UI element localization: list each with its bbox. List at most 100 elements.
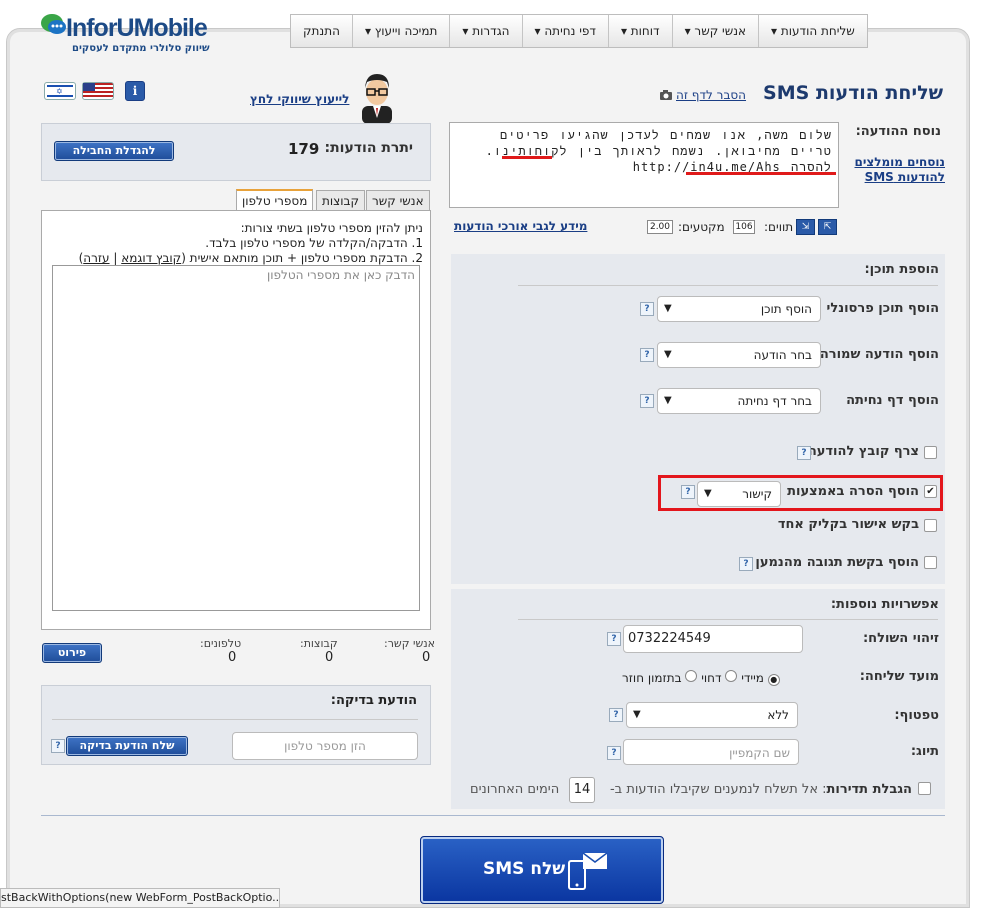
personal-help-icon[interactable]: ? [640,302,654,316]
bottom-divider [41,815,945,816]
unsubscribe-underline [502,156,552,159]
phone-numbers-placeholder: הדבק כאן את מספרי הטלפון [266,268,415,282]
saved-message-select[interactable]: בחר הודעה ▼ [657,342,821,368]
advisor-avatar[interactable] [352,68,402,124]
response-help-icon[interactable]: ? [739,557,753,571]
message-textarea[interactable]: שלום משה, אנו שמחים לעדכן שהגיעו פריטים … [449,122,839,208]
frequency-checkbox[interactable] [918,782,931,795]
schedule-now-radio[interactable]: ● [767,674,780,686]
logo[interactable]: InforUMobile שיווק סלולרי מתקדם לעסקים [40,10,218,60]
contacts-count-label: אנשי קשר: [384,637,436,650]
unsubscribe-help-icon[interactable]: ? [681,485,695,499]
personal-content-select[interactable]: הוסף תוכן ▼ [657,296,821,322]
landing-page-label: הוסף דף נחיתה [846,393,939,408]
expand-icon[interactable]: ⇱ [818,219,837,235]
attach-file-checkbox[interactable] [924,446,937,459]
test-divider [52,719,418,720]
frequency-text: : אל תשלח לנמענים שקיבלו הודעות ב- [609,782,827,797]
balance-value: 179 [288,140,320,158]
phones-count-label: טלפונים: [200,637,242,650]
nav-logout[interactable]: התנתק [291,15,352,47]
nav-support[interactable]: תמיכה וייעוץ ▾ [351,15,449,47]
help-link[interactable]: עזרה [83,251,109,265]
send-test-button[interactable]: שלח הודעת בדיקה [66,736,188,756]
tag-label: תיוג: [910,744,939,759]
segments-value: 2.00 [647,220,673,234]
logo-tagline: שיווק סלולרי מתקדם לעסקים [72,43,210,54]
status-bar: stBackWithOptions(new WebForm_PostBackOp… [0,888,280,908]
sample-file-link[interactable]: קובץ דוגמא [121,251,181,265]
options-divider [518,619,938,620]
link-underline [686,172,836,175]
long-messages-link[interactable]: מידע לגבי אורכי הודעות [454,219,587,233]
schedule-recurring-radio[interactable] [685,670,698,682]
instruction-line-3: 2. הדבקת מספרי טלפון + תוכן מותאם אישית … [78,251,423,265]
tab-groups[interactable]: קבוצות [316,190,365,211]
schedule-recurring-label: בתזמון חוזר [622,671,682,685]
nav-settings[interactable]: הגדרות ▾ [449,15,521,47]
info-icon[interactable]: i [125,81,145,101]
frequency-row: הגבלת תדירות: אל תשלח לנמענים שקיבלו הוד… [610,782,912,797]
test-phone-input[interactable]: הזן מספר טלפון [232,732,418,760]
response-checkbox[interactable] [924,556,937,569]
send-sms-button[interactable]: שלח SMS [420,836,664,904]
nav-contacts[interactable]: אנשי קשר ▾ [671,15,758,47]
phones-count-value: 0 [228,650,237,665]
drip-help-icon[interactable]: ? [609,708,623,722]
tab-contacts[interactable]: אנשי קשר [366,190,430,211]
phone-envelope-icon [568,852,608,890]
tag-input[interactable]: שם הקמפיין [623,739,799,765]
explain-link[interactable]: הסבר לדף זה [676,88,746,102]
logo-bubble-icon [41,14,66,34]
test-help-icon[interactable]: ? [51,739,65,753]
unsubscribe-label: הוסף הסרה באמצעות [787,484,919,499]
nav-send-messages[interactable]: שליחת הודעות ▾ [758,15,867,47]
main-nav: שליחת הודעות ▾ אנשי קשר ▾ דוחות ▾ דפי נחיתה… [290,14,868,48]
instruction-line-1: ניתן להזין מספרי טלפון בשתי צורות: [240,221,423,235]
tag-help-icon[interactable]: ? [607,746,621,760]
attach-file-label: צרף קובץ להודעה [807,444,919,459]
frequency-days-input[interactable]: 14 [569,777,595,803]
schedule-options: ● מיידי דחוי בתזמון חוזר [622,670,780,686]
frequency-suffix: הימים האחרונים [470,782,560,797]
breakdown-button[interactable]: פירוט [42,643,102,663]
unsubscribe-method-select[interactable]: קישור ▼ [697,481,781,507]
saved-help-icon[interactable]: ? [640,348,654,362]
camera-icon[interactable] [659,89,673,101]
hebrew-flag-icon[interactable]: ✡ [44,82,76,100]
upgrade-package-button[interactable]: להגדלת החבילה [54,141,174,161]
recommended-messages-link[interactable]: נוסחים מומלצים להודעות SMS [849,155,946,185]
landing-page-select[interactable]: בחר דף נחיתה ▼ [657,388,821,414]
landing-help-icon[interactable]: ? [640,394,654,408]
attach-help-icon[interactable]: ? [797,446,811,460]
schedule-now-label: מיידי [741,671,764,685]
frequency-bold: הגבלת תדירות [826,782,912,797]
saved-message-label: הוסף הודעה שמורה [819,347,939,362]
drip-label: טפטוף: [894,708,939,723]
instruction-line-2: 1. הדבקה/הקלדה של מספרי טלפון בלבד. [205,236,423,250]
message-text: שלום משה, אנו שמחים לעדכן שהגיעו פריטים … [485,128,832,174]
segments-label: מקטעים: [678,220,725,234]
english-flag-icon[interactable] [82,82,114,100]
advisor-link[interactable]: לייעוץ שיווקי לחץ [250,92,349,106]
personal-content-label: הוסף תוכן פרסונלי [826,301,939,316]
one-click-checkbox[interactable] [924,519,937,532]
options-title: אפשרויות נוספות: [830,597,939,612]
schedule-delay-label: דחוי [701,671,722,685]
phone-numbers-textarea[interactable]: הדבק כאן את מספרי הטלפון [52,265,420,611]
sender-input[interactable]: 0732224549 [623,625,803,653]
sender-help-icon[interactable]: ? [607,632,621,646]
nav-landing-pages[interactable]: דפי נחיתה ▾ [521,15,608,47]
response-label: הוסף בקשת תגובה מהנמען [755,555,919,570]
shrink-icon[interactable]: ⇲ [796,219,815,235]
tab-phone-numbers[interactable]: מספרי טלפון [236,189,314,212]
add-content-title: הוספת תוכן: [864,262,939,277]
chars-value: 106 [733,220,755,234]
nav-reports[interactable]: דוחות ▾ [607,15,672,47]
unsubscribe-checkbox[interactable]: ✔ [924,485,937,498]
test-message-label: הודעת בדיקה: [330,693,417,708]
send-sms-label: שלח SMS [483,859,566,879]
drip-select[interactable]: ללא ▼ [626,702,798,728]
chars-label: תווים: [764,220,794,234]
schedule-delay-radio[interactable] [725,670,738,682]
